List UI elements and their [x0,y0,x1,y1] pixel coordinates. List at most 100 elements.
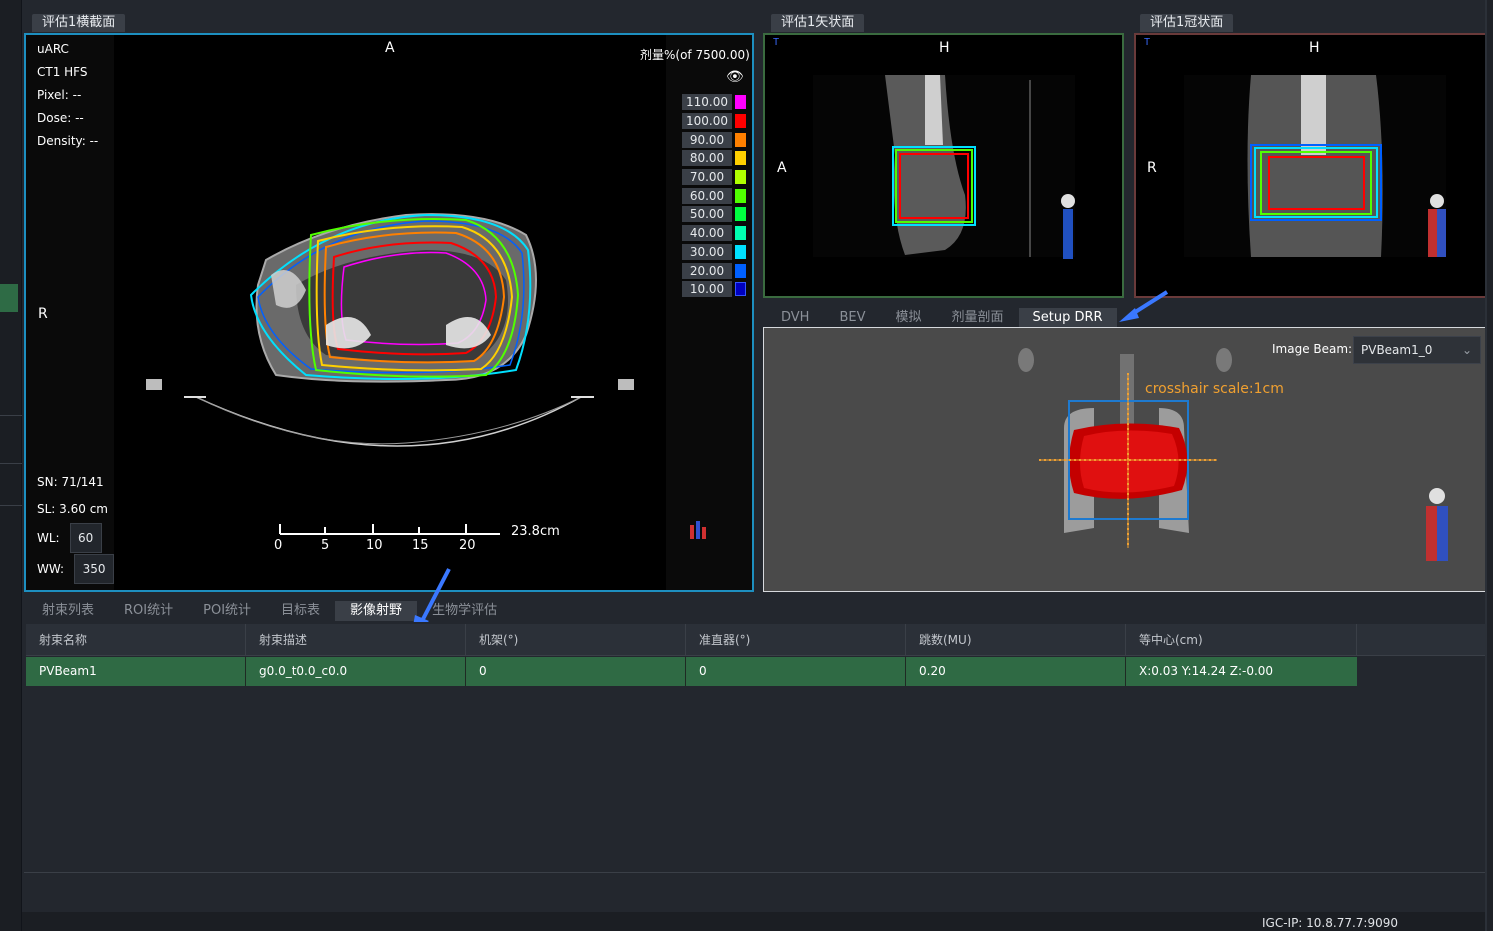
dose-level-value: 40.00 [682,225,732,242]
orientation-top: H [1309,40,1320,56]
dose-level-value: 10.00 [682,281,732,298]
right-scrollbar[interactable] [1485,0,1493,931]
tab-dose-profile[interactable]: 剂量剖面 [937,308,1019,328]
window-level: WL: 60 [37,523,102,553]
column-header[interactable]: 射束描述 [246,624,466,655]
slice-number: SN: 71/141 [37,475,104,489]
coronal-viewport[interactable]: T H R [1134,33,1491,298]
column-header[interactable]: 准直器(°) [686,624,906,655]
coronal-title[interactable]: 评估1冠状面 [1140,14,1234,32]
chevron-down-icon: ⌄ [1461,343,1472,357]
server-ip: IGC-IP: 10.8.77.7:9090 [1261,916,1398,930]
dose-color-swatch [735,95,746,110]
tab-target-table[interactable]: 目标表 [266,601,335,621]
app-root: 评估1横截面 uARC CT1 HFS Pixel: -- Dose: -- D… [0,0,1493,931]
dose-level-value: 30.00 [682,243,732,260]
column-header[interactable]: 跳数(MU) [906,624,1126,655]
coronal-ct-image: T [1144,37,1446,257]
dose-level-row[interactable]: 50.00 [682,205,746,224]
ww-input[interactable]: 350 [74,554,115,584]
column-header[interactable]: 射束名称 [26,624,246,655]
tab-dvh[interactable]: DVH [766,308,824,328]
dose-level-row[interactable]: 40.00 [682,224,746,243]
image-beam-select[interactable]: PVBeam1_0 ⌄ [1353,336,1481,364]
sidebar-divider [0,463,22,464]
tab-roi-stats[interactable]: ROI统计 [109,601,188,621]
info-line: Density: -- [37,134,99,148]
table-cell: X:0.03 Y:14.24 Z:-0.00 [1139,664,1274,678]
tab-poi-stats[interactable]: POI统计 [188,601,266,621]
orientation-left: R [1147,160,1157,176]
setup-drr-viewport[interactable]: crosshair scale:1cm [763,327,1493,592]
column-header[interactable]: 等中心(cm) [1126,624,1357,655]
scale-tick: 20 [459,538,476,553]
dose-color-swatch [735,207,746,222]
wl-label: WL: [37,531,60,545]
column-header[interactable]: 机架(°) [466,624,686,655]
orientation-left: R [38,306,48,322]
dose-level-value: 80.00 [682,150,732,167]
info-line: Dose: -- [37,111,84,125]
scale-tick: 10 [366,538,383,553]
tab-simulation[interactable]: 模拟 [880,308,936,328]
tab-bev[interactable]: BEV [824,308,880,328]
left-sidebar [0,0,22,931]
transverse-title[interactable]: 评估1横截面 [32,14,126,32]
dose-level-value: 70.00 [682,169,732,186]
sidebar-active-item[interactable] [0,284,18,312]
table-row[interactable]: PVBeam1 g0.0_t0.0_c0.0 0 0 0.20 X:0.03 Y… [26,657,1357,686]
dose-color-swatch [735,114,746,129]
transverse-viewport[interactable]: uARC CT1 HFS Pixel: -- Dose: -- Density:… [24,33,754,592]
dose-color-swatch [735,170,746,185]
info-line: Pixel: -- [37,88,82,102]
dose-header: 剂量%(of 7500.00) [640,48,750,62]
dose-level-row[interactable]: 10.00 [682,280,746,299]
svg-text:T: T [773,37,779,48]
dose-level-row[interactable]: 80.00 [682,149,746,168]
sidebar-divider [0,415,22,416]
right-tab-bar: DVH BEV 模拟 剂量剖面 Setup DRR [766,308,1117,328]
dose-color-swatch [735,226,746,241]
wl-input[interactable]: 60 [69,523,102,553]
dose-level-row[interactable]: 100.00 [682,112,746,131]
dose-color-swatch [735,282,746,297]
dose-level-row[interactable]: 70.00 [682,168,746,187]
dose-level-row[interactable]: 30.00 [682,243,746,262]
dose-level-value: 20.00 [682,262,732,279]
info-line: CT1 HFS [37,65,88,79]
image-beam-label: Image Beam: [1272,342,1353,356]
sagittal-ct-image: T [773,37,1075,259]
sagittal-viewport[interactable]: T H A [763,33,1124,298]
beam-table-header: 射束名称 射束描述 机架(°) 准直器(°) 跳数(MU) 等中心(cm) [26,624,1490,656]
eye-icon[interactable]: 👁 [726,69,744,85]
crosshair-scale-label: crosshair scale:1cm [1145,381,1284,397]
ww-label: WW: [37,562,65,576]
dose-color-swatch [735,263,746,278]
dose-level-row[interactable]: 90.00 [682,130,746,149]
orientation-top: H [939,40,950,56]
dose-color-swatch [735,132,746,147]
tab-beam-list[interactable]: 射束列表 [27,601,109,621]
dose-level-value: 110.00 [682,94,732,111]
sagittal-title[interactable]: 评估1矢状面 [771,14,865,32]
annotation-arrow-drr [1119,290,1169,322]
drr-image [1018,348,1448,561]
dose-level-value: 90.00 [682,131,732,148]
dose-level-row[interactable]: 60.00 [682,186,746,205]
dose-level-row[interactable]: 20.00 [682,261,746,280]
dose-color-swatch [735,244,746,259]
svg-text:T: T [1144,37,1150,48]
sidebar-divider [0,505,22,506]
tab-setup-drr[interactable]: Setup DRR [1018,308,1117,328]
table-cell: PVBeam1 [26,657,246,686]
transverse-info: uARC CT1 HFS Pixel: -- Dose: -- Density:… [37,38,98,153]
dose-level-row[interactable]: 110.00 [682,93,746,112]
scale-tick: 15 [412,538,429,553]
dose-level-value: 60.00 [682,187,732,204]
orientation-top: A [385,40,395,56]
slice-location: SL: 3.60 cm [37,502,108,516]
orientation-left: A [777,160,787,176]
transverse-ct-image [26,35,752,590]
info-line: uARC [37,42,69,56]
table-cell: 0 [686,657,906,686]
